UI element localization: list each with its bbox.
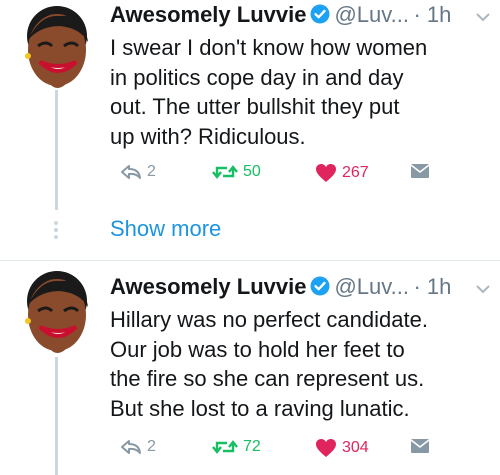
like-button[interactable]: 267 (315, 163, 369, 183)
handle[interactable]: @Luv... (334, 274, 409, 299)
thread-dots (53, 218, 59, 242)
avatar[interactable] (10, 2, 106, 92)
reply-count: 2 (147, 438, 156, 455)
heart-icon (316, 164, 336, 182)
tweet-actions: 2 50 267 (120, 163, 440, 189)
verified-icon (310, 276, 330, 301)
tweet-header: Awesomely Luvvie @Luv... · 1h (110, 2, 495, 32)
verified-icon (310, 4, 330, 29)
heart-icon (316, 439, 336, 457)
tweet-divider (0, 260, 500, 261)
reply-icon (121, 165, 141, 179)
retweet-count: 50 (243, 163, 261, 180)
tweet-header: Awesomely Luvvie @Luv... · 1h (110, 274, 495, 304)
retweet-icon (212, 165, 238, 179)
tweet[interactable]: Awesomely Luvvie @Luv... · 1h Hillary was… (0, 262, 500, 475)
thread-line (55, 357, 58, 475)
avatar[interactable] (10, 267, 106, 357)
display-name[interactable]: Awesomely Luvvie (110, 2, 306, 27)
chevron-down-icon[interactable] (476, 281, 490, 299)
reply-icon (121, 440, 141, 454)
chevron-down-icon[interactable] (476, 9, 490, 27)
thread-line (55, 90, 58, 210)
tweet[interactable]: Awesomely Luvvie @Luv... · 1h I swear I d… (0, 0, 500, 256)
handle[interactable]: @Luv... (334, 2, 409, 27)
reply-button[interactable]: 2 (120, 438, 156, 456)
timestamp[interactable]: · 1h (413, 274, 451, 299)
reply-count: 2 (147, 163, 156, 180)
show-more-link[interactable]: Show more (110, 216, 221, 242)
retweet-button[interactable]: 50 (212, 163, 261, 181)
tweet-actions: 2 72 304 (120, 438, 440, 464)
like-button[interactable]: 304 (315, 438, 369, 458)
retweet-count: 72 (243, 438, 261, 455)
tweet-text: Hillary was no perfect candidate. Our jo… (110, 307, 428, 421)
tweet-text: I swear I don't know how women in politi… (110, 35, 428, 149)
direct-message-icon (410, 164, 430, 178)
retweet-button[interactable]: 72 (212, 438, 261, 456)
like-count: 267 (342, 164, 369, 181)
reply-button[interactable]: 2 (120, 163, 156, 181)
display-name[interactable]: Awesomely Luvvie (110, 274, 306, 299)
retweet-icon (212, 440, 238, 454)
timestamp[interactable]: · 1h (413, 2, 451, 27)
like-count: 304 (342, 439, 369, 456)
direct-message-button[interactable] (410, 163, 430, 179)
direct-message-button[interactable] (410, 438, 430, 454)
direct-message-icon (410, 439, 430, 453)
